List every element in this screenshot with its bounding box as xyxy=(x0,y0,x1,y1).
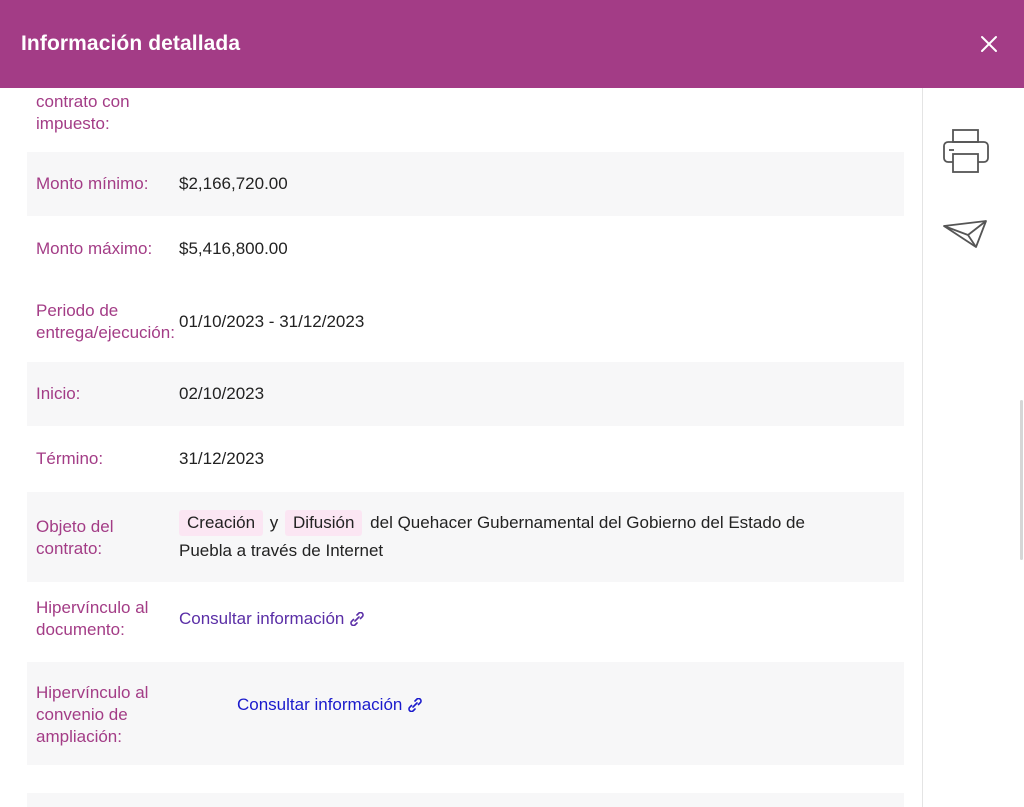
scrollbar-thumb[interactable] xyxy=(1020,400,1023,560)
row-value: Consultar información xyxy=(179,608,366,630)
row-label: Objeto del contrato: xyxy=(36,517,114,558)
row-contract-tax: contrato con impuesto: xyxy=(27,88,904,150)
row-period: Periodo de entrega/ejecución: 01/10/2023… xyxy=(27,282,904,362)
object-text-line1: del Quehacer Gubernamental del Gobierno … xyxy=(370,513,805,532)
row-document-link: Hipervínculo al documento: Consultar inf… xyxy=(27,582,904,662)
row-object: Objeto del contrato: Creación y Difusión… xyxy=(27,492,904,582)
row-end: Término: 31/12/2023 xyxy=(27,426,904,492)
row-label: Monto mínimo: xyxy=(36,174,149,193)
row-label: Término: xyxy=(36,449,104,468)
send-button[interactable] xyxy=(942,218,988,255)
highlight-chip: Difusión xyxy=(285,510,363,536)
dialog-header: Información detallada xyxy=(0,0,1024,88)
link-icon xyxy=(408,698,423,712)
row-label: Monto máximo: xyxy=(36,239,153,258)
paper-plane-icon xyxy=(943,220,987,248)
side-action-rail xyxy=(922,88,1024,807)
close-button[interactable] xyxy=(976,31,1002,57)
row-value: 02/10/2023 xyxy=(179,384,265,403)
row-start: Inicio: 02/10/2023 xyxy=(27,362,904,426)
row-label: Hipervínculo al convenio de ampliación: xyxy=(36,683,149,746)
row-value: Creación y Difusión del Quehacer Guberna… xyxy=(179,509,899,565)
row-next-partial xyxy=(27,793,904,807)
conjunction-text: y xyxy=(269,513,279,532)
detail-content[interactable]: contrato con impuesto: Monto mínimo: $2,… xyxy=(0,88,922,807)
highlight-chip: Creación xyxy=(179,510,264,536)
link-text: Consultar información xyxy=(179,609,345,628)
row-label: Hipervínculo al documento: xyxy=(36,598,149,639)
print-button[interactable] xyxy=(942,128,990,179)
row-extension-link: Hipervínculo al convenio de ampliación: … xyxy=(27,662,904,765)
close-icon xyxy=(981,36,997,52)
link-text: Consultar información xyxy=(237,695,403,714)
row-value: 01/10/2023 - 31/12/2023 xyxy=(179,312,365,331)
dialog-title: Información detallada xyxy=(21,32,241,55)
consultar-informacion-link[interactable]: Consultar información xyxy=(179,608,366,630)
row-value: $5,416,800.00 xyxy=(179,239,288,258)
consultar-informacion-link[interactable]: Consultar información xyxy=(237,694,424,716)
object-text-line2: Puebla a través de Internet xyxy=(179,541,384,560)
link-icon xyxy=(350,612,365,626)
row-label: contrato con impuesto: xyxy=(36,92,130,133)
printer-icon xyxy=(943,129,989,173)
row-value: $2,166,720.00 xyxy=(179,174,288,193)
row-value: Consultar información xyxy=(237,694,424,716)
row-max-amount: Monto máximo: $5,416,800.00 xyxy=(27,216,904,282)
row-label: Inicio: xyxy=(36,384,81,403)
row-min-amount: Monto mínimo: $2,166,720.00 xyxy=(27,152,904,216)
row-value: 31/12/2023 xyxy=(179,449,265,468)
